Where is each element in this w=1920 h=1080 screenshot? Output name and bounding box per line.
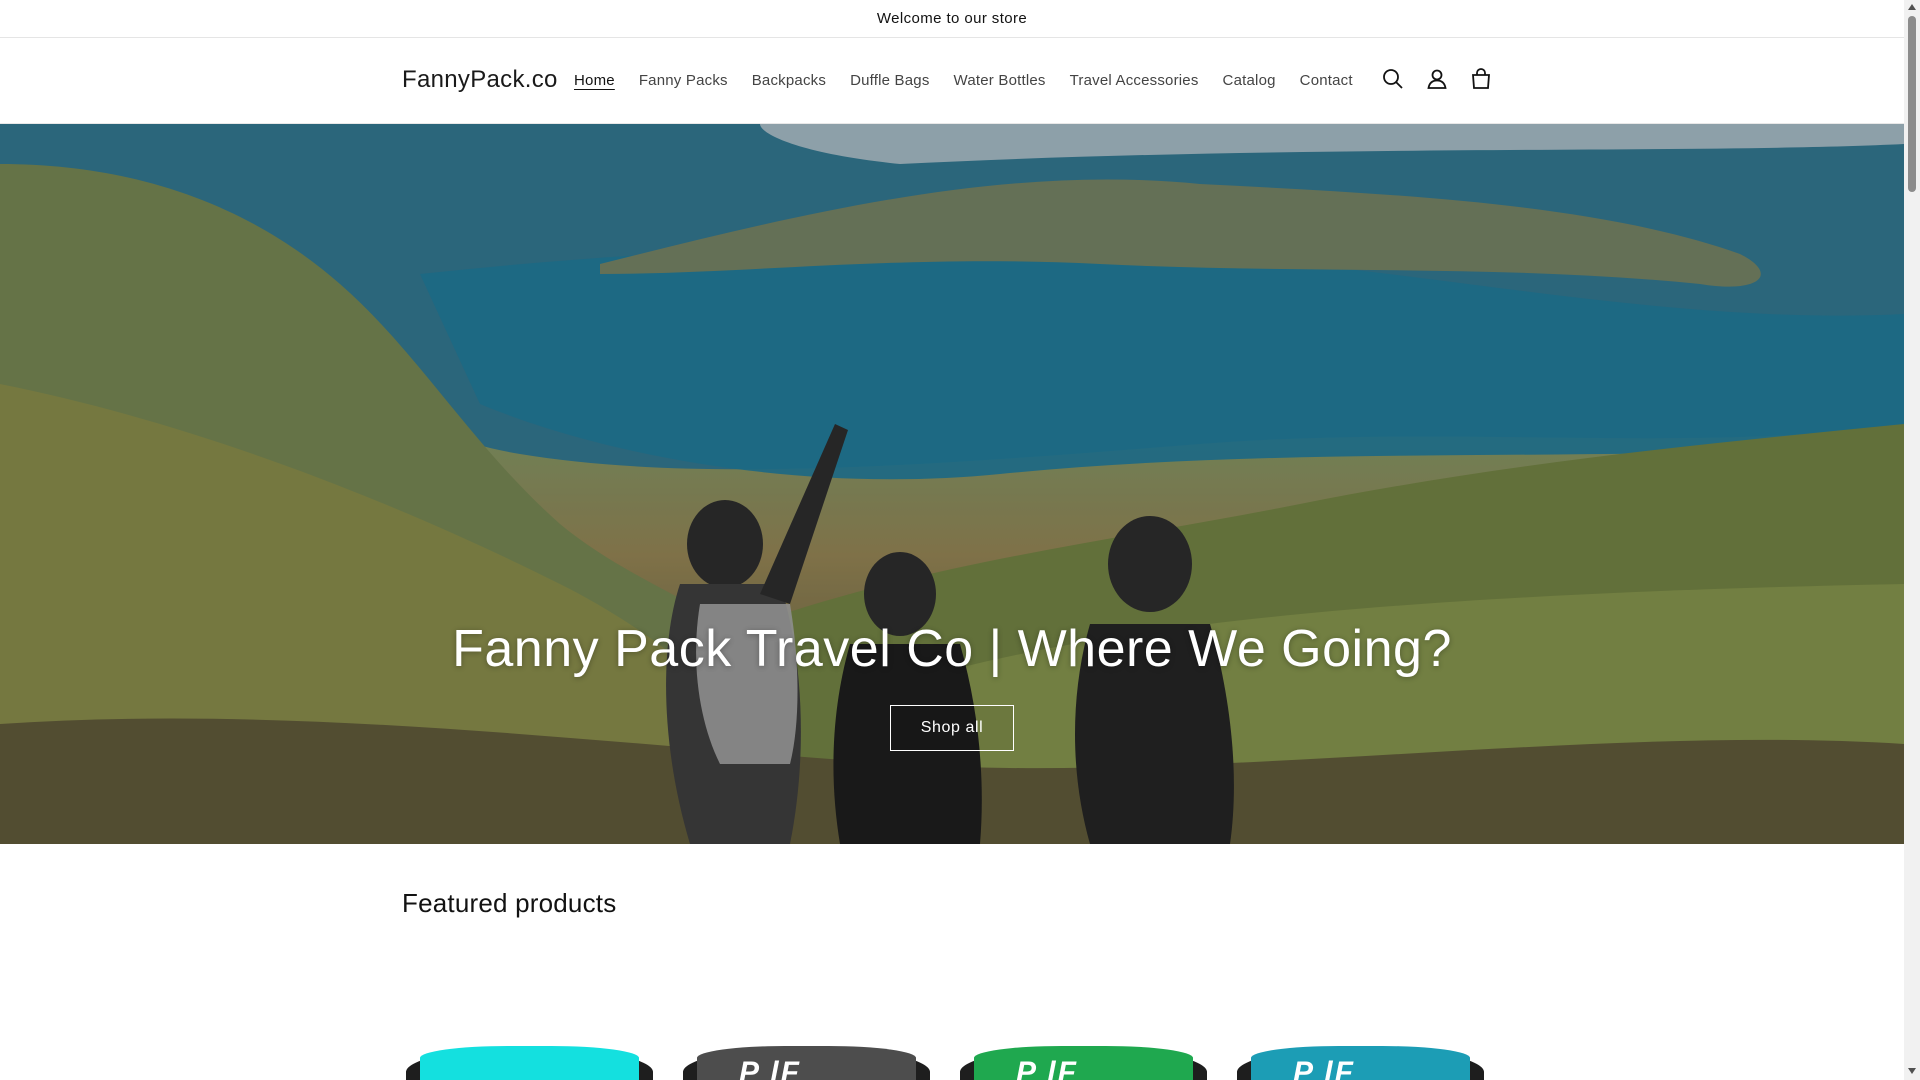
- scroll-down-arrow-icon[interactable]: [1908, 1068, 1916, 1074]
- product-card[interactable]: P lF: [956, 1040, 1211, 1080]
- account-icon: [1427, 69, 1447, 89]
- product-image: [420, 1046, 639, 1080]
- page-scrollbar[interactable]: [1904, 0, 1920, 1080]
- product-image-mark: P lF: [1293, 1056, 1355, 1080]
- product-card[interactable]: [402, 1040, 657, 1080]
- search-icon: [1383, 69, 1403, 89]
- product-card[interactable]: P lF: [1233, 1040, 1488, 1080]
- store-logo[interactable]: FannyPack.co: [402, 66, 558, 94]
- site-header: FannyPack.co Home Fanny Packs Backpacks …: [0, 38, 1904, 124]
- product-image: [697, 1046, 916, 1080]
- product-image: [1251, 1046, 1470, 1080]
- cart-button[interactable]: [1468, 66, 1494, 92]
- nav-item-catalog[interactable]: Catalog: [1223, 72, 1276, 89]
- nav-item-backpacks[interactable]: Backpacks: [752, 72, 826, 89]
- search-button[interactable]: [1380, 66, 1406, 92]
- product-image-mark: P lF: [739, 1056, 801, 1080]
- product-image-mark: P lF: [1016, 1056, 1078, 1080]
- account-button[interactable]: [1424, 66, 1450, 92]
- scrollbar-thumb[interactable]: [1908, 16, 1916, 192]
- main-nav: Home Fanny Packs Backpacks Duffle Bags W…: [574, 72, 1377, 89]
- cart-icon: [1472, 68, 1490, 89]
- product-image: [974, 1046, 1193, 1080]
- nav-item-fanny-packs[interactable]: Fanny Packs: [639, 72, 728, 89]
- hero-title: Fanny Pack Travel Co | Where We Going?: [452, 620, 1452, 678]
- nav-item-contact[interactable]: Contact: [1300, 72, 1353, 89]
- hero-content: Fanny Pack Travel Co | Where We Going? S…: [0, 619, 1904, 751]
- nav-item-water-bottles[interactable]: Water Bottles: [954, 72, 1046, 89]
- product-card[interactable]: P lF: [679, 1040, 934, 1080]
- shop-all-button[interactable]: Shop all: [889, 705, 1015, 751]
- featured-products-grid: P lF P lF P lF: [402, 1040, 1488, 1080]
- nav-item-duffle-bags[interactable]: Duffle Bags: [850, 72, 929, 89]
- announcement-text: Welcome to our store: [876, 10, 1028, 27]
- nav-item-travel-accessories[interactable]: Travel Accessories: [1070, 72, 1199, 89]
- announcement-bar: Welcome to our store: [0, 0, 1904, 38]
- scroll-up-arrow-icon[interactable]: [1908, 4, 1916, 10]
- nav-item-home[interactable]: Home: [574, 72, 615, 89]
- featured-products-heading: Featured products: [402, 888, 617, 918]
- header-icons: [1380, 66, 1494, 92]
- hero-banner: Fanny Pack Travel Co | Where We Going? S…: [0, 124, 1904, 844]
